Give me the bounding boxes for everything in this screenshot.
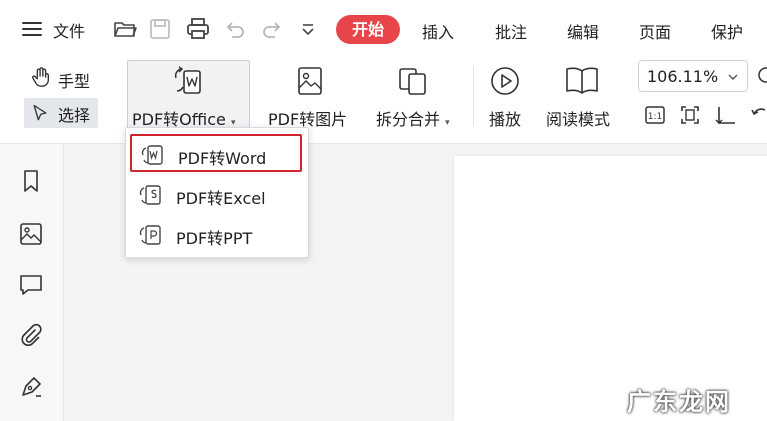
redo-icon[interactable] bbox=[260, 17, 284, 41]
cursor-arrow-icon bbox=[33, 104, 47, 121]
image-convert-icon bbox=[298, 67, 322, 95]
menu-item-label: PDF转Word bbox=[178, 149, 267, 168]
menu-item-pdf-to-word[interactable]: PDF转Word bbox=[130, 134, 302, 172]
fit-page-icon[interactable] bbox=[679, 104, 701, 126]
ppt-convert-icon bbox=[139, 225, 161, 245]
menu-item-label: PDF转PPT bbox=[176, 229, 253, 248]
read-mode-button[interactable]: 阅读模式 bbox=[544, 60, 620, 134]
left-sidebar bbox=[0, 144, 64, 421]
tab-start[interactable]: 开始 bbox=[336, 15, 400, 44]
zoom-value: 106.11% bbox=[647, 67, 719, 86]
menu-item-pdf-to-excel[interactable]: PDF转Excel bbox=[130, 176, 302, 214]
tab-annotate[interactable]: 批注 bbox=[495, 19, 527, 43]
tab-insert[interactable]: 插入 bbox=[422, 19, 454, 43]
pdf-to-image-button[interactable]: PDF转图片 bbox=[262, 60, 358, 134]
rotate-icon[interactable] bbox=[750, 104, 767, 126]
read-mode-label: 阅读模式 bbox=[546, 110, 611, 129]
pdf-to-office-dropdown: PDF转Word PDF转Excel PDF转PPT bbox=[125, 127, 309, 258]
document-area bbox=[0, 143, 767, 421]
ribbon-divider bbox=[473, 66, 474, 126]
menu-item-label: PDF转Excel bbox=[176, 189, 266, 208]
book-icon bbox=[566, 67, 598, 94]
bookmark-icon[interactable] bbox=[18, 168, 44, 194]
attachment-icon[interactable] bbox=[18, 322, 44, 348]
tab-protect[interactable]: 保护 bbox=[711, 19, 743, 43]
zoom-in-icon[interactable] bbox=[757, 66, 767, 86]
menu-bar: 文件 开始 插入 批注 编辑 页面 保护 bbox=[0, 0, 767, 56]
select-tool-label: 选择 bbox=[58, 106, 91, 125]
play-label: 播放 bbox=[489, 110, 522, 129]
fit-width-icon[interactable] bbox=[714, 104, 738, 126]
split-merge-icon bbox=[399, 68, 426, 95]
play-icon bbox=[491, 67, 519, 95]
save-icon[interactable] bbox=[148, 17, 172, 41]
pdf-to-office-icon bbox=[174, 66, 201, 94]
tab-edit[interactable]: 编辑 bbox=[567, 19, 599, 43]
comment-icon[interactable] bbox=[18, 272, 44, 298]
customize-dropdown-icon[interactable] bbox=[296, 17, 320, 41]
print-icon[interactable] bbox=[186, 17, 210, 41]
caret-down-icon: ▾ bbox=[445, 118, 450, 128]
signature-pen-icon[interactable] bbox=[18, 374, 44, 400]
split-merge-text: 拆分合并 bbox=[376, 110, 441, 129]
file-menu[interactable]: 文件 bbox=[53, 18, 85, 42]
word-convert-icon bbox=[141, 145, 163, 165]
actual-size-icon[interactable]: 1:1 bbox=[644, 104, 666, 126]
watermark-text: 广东龙网 bbox=[627, 388, 731, 416]
undo-icon[interactable] bbox=[223, 17, 247, 41]
menu-item-pdf-to-ppt[interactable]: PDF转PPT bbox=[130, 216, 302, 254]
split-merge-button[interactable]: 拆分合并 ▾ bbox=[370, 60, 462, 134]
zoom-select[interactable]: 106.11% bbox=[638, 60, 748, 92]
hand-tool-label: 手型 bbox=[58, 72, 91, 91]
hand-icon bbox=[32, 67, 50, 87]
split-merge-label: 拆分合并 ▾ bbox=[376, 106, 450, 130]
open-folder-icon[interactable] bbox=[113, 17, 137, 41]
ribbon-toolbar: 手型 选择 PDF转Office ▾ PDF转图片 拆分合并 ▾ 播放 阅读模式… bbox=[0, 56, 767, 143]
svg-text:1:1: 1:1 bbox=[648, 112, 662, 122]
thumbnail-image-icon[interactable] bbox=[18, 221, 44, 247]
play-button[interactable]: 播放 bbox=[482, 60, 530, 134]
hamburger-menu-icon[interactable] bbox=[22, 21, 42, 37]
select-tool-button[interactable]: 选择 bbox=[24, 98, 98, 128]
hand-tool-button[interactable]: 手型 bbox=[28, 64, 98, 92]
chevron-down-icon bbox=[728, 74, 738, 80]
excel-convert-icon bbox=[139, 185, 161, 205]
tab-page[interactable]: 页面 bbox=[639, 19, 671, 43]
